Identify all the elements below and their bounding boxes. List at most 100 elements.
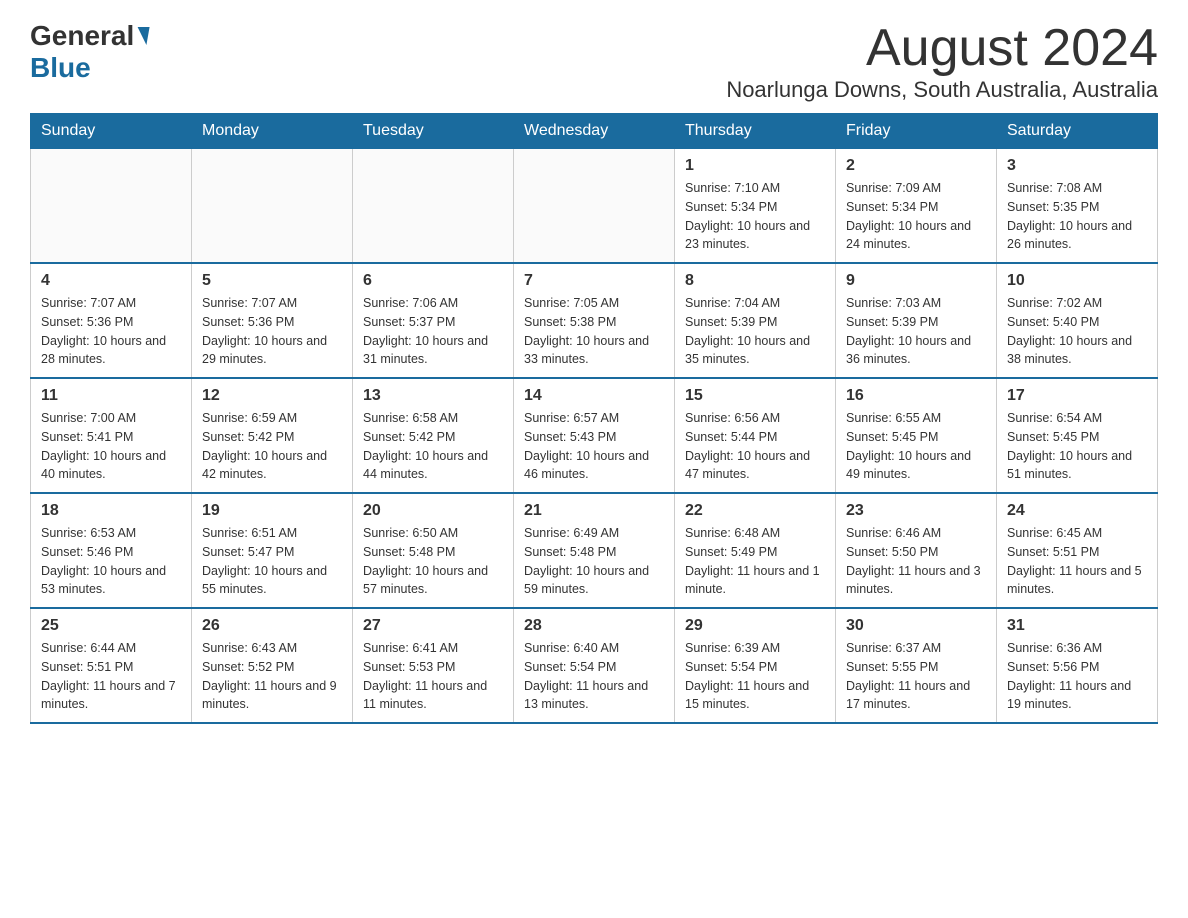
calendar-week-row: 4 Sunrise: 7:07 AM Sunset: 5:36 PM Daylig… <box>31 263 1158 378</box>
calendar-cell: 3 Sunrise: 7:08 AM Sunset: 5:35 PM Daylig… <box>997 149 1158 264</box>
day-info: Sunrise: 7:00 AM Sunset: 5:41 PM Dayligh… <box>41 409 181 484</box>
day-info: Sunrise: 7:08 AM Sunset: 5:35 PM Dayligh… <box>1007 179 1147 254</box>
day-number: 8 <box>685 272 825 290</box>
calendar-cell: 20 Sunrise: 6:50 AM Sunset: 5:48 PM Dayli… <box>353 493 514 608</box>
day-number: 5 <box>202 272 342 290</box>
calendar-cell: 8 Sunrise: 7:04 AM Sunset: 5:39 PM Daylig… <box>675 263 836 378</box>
day-number: 15 <box>685 387 825 405</box>
calendar-cell <box>31 149 192 264</box>
calendar-cell: 26 Sunrise: 6:43 AM Sunset: 5:52 PM Dayli… <box>192 608 353 723</box>
day-info: Sunrise: 6:59 AM Sunset: 5:42 PM Dayligh… <box>202 409 342 484</box>
calendar-cell: 16 Sunrise: 6:55 AM Sunset: 5:45 PM Dayli… <box>836 378 997 493</box>
day-number: 7 <box>524 272 664 290</box>
day-info: Sunrise: 7:07 AM Sunset: 5:36 PM Dayligh… <box>41 294 181 369</box>
header-day-sunday: Sunday <box>31 114 192 149</box>
header-day-wednesday: Wednesday <box>514 114 675 149</box>
logo: General Blue <box>30 20 150 84</box>
calendar-week-row: 11 Sunrise: 7:00 AM Sunset: 5:41 PM Dayli… <box>31 378 1158 493</box>
calendar-cell: 15 Sunrise: 6:56 AM Sunset: 5:44 PM Dayli… <box>675 378 836 493</box>
calendar-cell: 14Sunrise: 6:57 AM Sunset: 5:43 PM Dayli… <box>514 378 675 493</box>
day-info: Sunrise: 6:55 AM Sunset: 5:45 PM Dayligh… <box>846 409 986 484</box>
day-number: 20 <box>363 502 503 520</box>
day-number: 24 <box>1007 502 1147 520</box>
day-info: Sunrise: 6:56 AM Sunset: 5:44 PM Dayligh… <box>685 409 825 484</box>
calendar-cell: 30 Sunrise: 6:37 AM Sunset: 5:55 PM Dayli… <box>836 608 997 723</box>
day-info: Sunrise: 7:05 AM Sunset: 5:38 PM Dayligh… <box>524 294 664 369</box>
calendar-cell: 29 Sunrise: 6:39 AM Sunset: 5:54 PM Dayli… <box>675 608 836 723</box>
day-number: 31 <box>1007 617 1147 635</box>
day-info: Sunrise: 6:48 AM Sunset: 5:49 PM Dayligh… <box>685 524 825 599</box>
day-info: Sunrise: 6:36 AM Sunset: 5:56 PM Dayligh… <box>1007 639 1147 714</box>
day-number: 4 <box>41 272 181 290</box>
day-number: 1 <box>685 157 825 175</box>
day-info: Sunrise: 7:07 AM Sunset: 5:36 PM Dayligh… <box>202 294 342 369</box>
day-info: Sunrise: 6:53 AM Sunset: 5:46 PM Dayligh… <box>41 524 181 599</box>
day-info: Sunrise: 7:09 AM Sunset: 5:34 PM Dayligh… <box>846 179 986 254</box>
day-info: Sunrise: 7:10 AM Sunset: 5:34 PM Dayligh… <box>685 179 825 254</box>
header-day-thursday: Thursday <box>675 114 836 149</box>
day-info: Sunrise: 6:51 AM Sunset: 5:47 PM Dayligh… <box>202 524 342 599</box>
calendar-header-row: SundayMondayTuesdayWednesdayThursdayFrid… <box>31 114 1158 149</box>
logo-blue-text: Blue <box>30 52 91 84</box>
day-number: 16 <box>846 387 986 405</box>
calendar-table: SundayMondayTuesdayWednesdayThursdayFrid… <box>30 113 1158 724</box>
calendar-cell: 27Sunrise: 6:41 AM Sunset: 5:53 PM Dayli… <box>353 608 514 723</box>
day-number: 25 <box>41 617 181 635</box>
logo-arrow-icon <box>135 27 150 45</box>
calendar-cell: 24 Sunrise: 6:45 AM Sunset: 5:51 PM Dayli… <box>997 493 1158 608</box>
day-number: 3 <box>1007 157 1147 175</box>
calendar-cell: 18 Sunrise: 6:53 AM Sunset: 5:46 PM Dayli… <box>31 493 192 608</box>
calendar-cell: 9 Sunrise: 7:03 AM Sunset: 5:39 PM Daylig… <box>836 263 997 378</box>
day-info: Sunrise: 6:40 AM Sunset: 5:54 PM Dayligh… <box>524 639 664 714</box>
calendar-cell: 11 Sunrise: 7:00 AM Sunset: 5:41 PM Dayli… <box>31 378 192 493</box>
calendar-cell: 2Sunrise: 7:09 AM Sunset: 5:34 PM Daylig… <box>836 149 997 264</box>
calendar-cell: 25Sunrise: 6:44 AM Sunset: 5:51 PM Dayli… <box>31 608 192 723</box>
day-info: Sunrise: 6:45 AM Sunset: 5:51 PM Dayligh… <box>1007 524 1147 599</box>
day-number: 26 <box>202 617 342 635</box>
day-info: Sunrise: 6:46 AM Sunset: 5:50 PM Dayligh… <box>846 524 986 599</box>
day-info: Sunrise: 6:49 AM Sunset: 5:48 PM Dayligh… <box>524 524 664 599</box>
day-number: 10 <box>1007 272 1147 290</box>
calendar-cell: 6Sunrise: 7:06 AM Sunset: 5:37 PM Daylig… <box>353 263 514 378</box>
calendar-cell: 31 Sunrise: 6:36 AM Sunset: 5:56 PM Dayli… <box>997 608 1158 723</box>
day-number: 9 <box>846 272 986 290</box>
day-number: 17 <box>1007 387 1147 405</box>
day-info: Sunrise: 6:54 AM Sunset: 5:45 PM Dayligh… <box>1007 409 1147 484</box>
day-info: Sunrise: 6:37 AM Sunset: 5:55 PM Dayligh… <box>846 639 986 714</box>
calendar-cell <box>192 149 353 264</box>
day-number: 13 <box>363 387 503 405</box>
page-header: General Blue August 2024 Noarlunga Downs… <box>30 20 1158 103</box>
day-number: 30 <box>846 617 986 635</box>
day-info: Sunrise: 7:04 AM Sunset: 5:39 PM Dayligh… <box>685 294 825 369</box>
day-number: 21 <box>524 502 664 520</box>
day-number: 18 <box>41 502 181 520</box>
calendar-cell: 19 Sunrise: 6:51 AM Sunset: 5:47 PM Dayli… <box>192 493 353 608</box>
calendar-cell: 10Sunrise: 7:02 AM Sunset: 5:40 PM Dayli… <box>997 263 1158 378</box>
calendar-cell: 17 Sunrise: 6:54 AM Sunset: 5:45 PM Dayli… <box>997 378 1158 493</box>
calendar-week-row: 25Sunrise: 6:44 AM Sunset: 5:51 PM Dayli… <box>31 608 1158 723</box>
day-info: Sunrise: 6:41 AM Sunset: 5:53 PM Dayligh… <box>363 639 503 714</box>
day-info: Sunrise: 6:39 AM Sunset: 5:54 PM Dayligh… <box>685 639 825 714</box>
day-info: Sunrise: 6:57 AM Sunset: 5:43 PM Dayligh… <box>524 409 664 484</box>
day-number: 19 <box>202 502 342 520</box>
day-info: Sunrise: 6:43 AM Sunset: 5:52 PM Dayligh… <box>202 639 342 714</box>
day-number: 11 <box>41 387 181 405</box>
calendar-cell: 28Sunrise: 6:40 AM Sunset: 5:54 PM Dayli… <box>514 608 675 723</box>
location-title: Noarlunga Downs, South Australia, Austra… <box>726 77 1158 103</box>
day-info: Sunrise: 6:50 AM Sunset: 5:48 PM Dayligh… <box>363 524 503 599</box>
calendar-cell: 7 Sunrise: 7:05 AM Sunset: 5:38 PM Daylig… <box>514 263 675 378</box>
calendar-cell: 22 Sunrise: 6:48 AM Sunset: 5:49 PM Dayli… <box>675 493 836 608</box>
calendar-cell: 13Sunrise: 6:58 AM Sunset: 5:42 PM Dayli… <box>353 378 514 493</box>
header-day-monday: Monday <box>192 114 353 149</box>
title-section: August 2024 Noarlunga Downs, South Austr… <box>726 20 1158 103</box>
day-info: Sunrise: 7:06 AM Sunset: 5:37 PM Dayligh… <box>363 294 503 369</box>
logo-general-text: General <box>30 20 134 52</box>
calendar-cell: 12Sunrise: 6:59 AM Sunset: 5:42 PM Dayli… <box>192 378 353 493</box>
calendar-cell <box>514 149 675 264</box>
day-number: 22 <box>685 502 825 520</box>
calendar-week-row: 18 Sunrise: 6:53 AM Sunset: 5:46 PM Dayli… <box>31 493 1158 608</box>
day-info: Sunrise: 7:03 AM Sunset: 5:39 PM Dayligh… <box>846 294 986 369</box>
calendar-cell: 1 Sunrise: 7:10 AM Sunset: 5:34 PM Daylig… <box>675 149 836 264</box>
day-number: 29 <box>685 617 825 635</box>
calendar-cell: 21 Sunrise: 6:49 AM Sunset: 5:48 PM Dayli… <box>514 493 675 608</box>
